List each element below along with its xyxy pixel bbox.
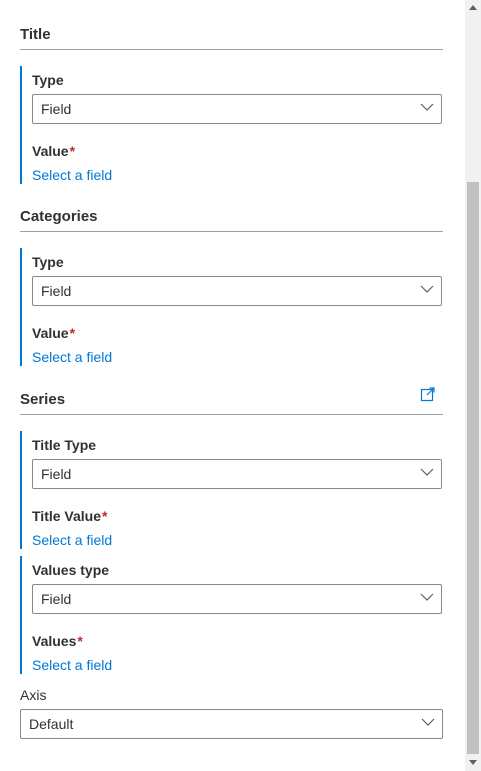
scroll-up-arrow-icon[interactable] <box>469 5 477 10</box>
title-type-dropdown[interactable]: Field <box>32 94 442 124</box>
dropdown-value: Field <box>41 283 72 299</box>
series-values-label: Values* <box>32 633 83 649</box>
section-categories-heading: Categories <box>20 208 98 225</box>
section-divider <box>20 49 443 50</box>
dropdown-value: Default <box>29 716 74 732</box>
series-values-type-label: Values type <box>32 562 110 578</box>
dropdown-value: Field <box>41 101 72 117</box>
chevron-down-icon <box>420 285 434 293</box>
required-asterisk: * <box>102 508 108 524</box>
chevron-down-icon <box>420 103 434 111</box>
expand-icon[interactable] <box>420 386 436 402</box>
required-asterisk: * <box>69 143 76 159</box>
dropdown-value: Field <box>41 466 72 482</box>
categories-type-dropdown[interactable]: Field <box>32 276 442 306</box>
title-type-label: Type <box>32 72 64 88</box>
section-divider <box>20 231 443 232</box>
axis-dropdown[interactable]: Default <box>20 709 443 739</box>
section-series-heading: Series <box>20 391 66 408</box>
series-title-type-label: Title Type <box>32 437 97 453</box>
series-values-select-field-link[interactable]: Select a field <box>32 657 112 673</box>
section-title-heading: Title <box>20 26 51 43</box>
required-asterisk: * <box>69 325 76 341</box>
series-title-type-dropdown[interactable]: Field <box>32 459 442 489</box>
group-indicator-bar <box>20 556 22 674</box>
dropdown-value: Field <box>41 591 72 607</box>
title-select-field-link[interactable]: Select a field <box>32 167 112 183</box>
scroll-down-arrow-icon[interactable] <box>469 760 477 765</box>
group-indicator-bar <box>20 431 22 549</box>
group-indicator-bar <box>20 66 22 184</box>
chevron-down-icon <box>420 593 434 601</box>
title-value-label: Value* <box>32 143 76 159</box>
categories-value-label: Value* <box>32 325 76 341</box>
section-divider <box>20 414 443 415</box>
categories-select-field-link[interactable]: Select a field <box>32 349 112 365</box>
series-title-value-label: Title Value* <box>32 508 108 524</box>
categories-type-label: Type <box>32 254 64 270</box>
chevron-down-icon <box>420 468 434 476</box>
required-asterisk: * <box>77 633 83 649</box>
settings-panel: Title Type Field Value* Select a field C… <box>0 0 463 771</box>
scrollbar-thumb[interactable] <box>467 182 479 754</box>
series-values-type-dropdown[interactable]: Field <box>32 584 442 614</box>
axis-label: Axis <box>20 687 47 703</box>
series-title-select-field-link[interactable]: Select a field <box>32 532 112 548</box>
group-indicator-bar <box>20 248 22 366</box>
chevron-down-icon <box>421 718 435 726</box>
